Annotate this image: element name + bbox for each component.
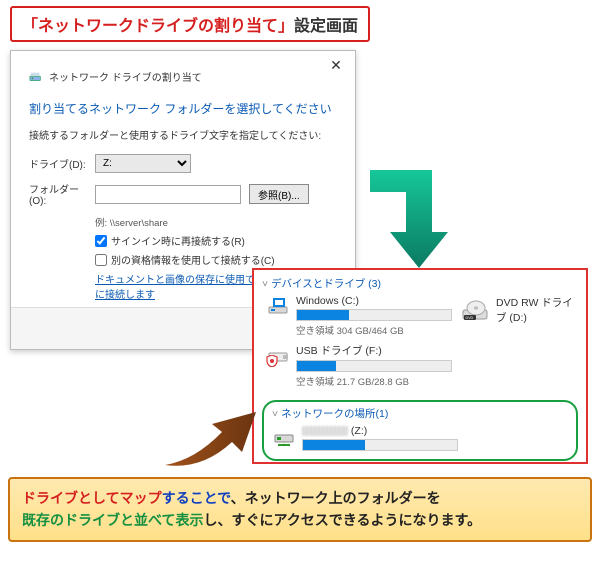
example-text: 例: \\server\share [95,215,337,229]
capacity-bar [302,439,458,451]
drive-select[interactable]: Z: [95,154,191,173]
folder-input[interactable] [95,185,241,204]
explorer-panel: デバイスとドライブ (3) Windows (C:) 空き領域 304 GB/4… [252,268,588,464]
devices-header[interactable]: デバイスとドライブ (3) [262,276,578,291]
network-drive-item[interactable]: (Z:) [274,425,568,451]
redacted-name [302,426,348,436]
reconnect-checkbox-row[interactable]: サインイン時に再接続する(R) [95,233,337,248]
network-locations-group: ネットワークの場所(1) (Z:) [262,400,578,461]
network-drive-icon [274,425,296,447]
drive-name: USB ドライブ (F:) [296,343,452,358]
note-seg5: し、すぐにアクセスできるようになります。 [203,512,481,528]
drive-item-c[interactable]: Windows (C:) 空き領域 304 GB/464 GB [268,295,452,337]
pointer-arrow-icon [160,400,260,470]
drive-label: ドライブ(D): [29,156,87,171]
network-header[interactable]: ネットワークの場所(1) [272,406,568,421]
folder-label: フォルダー(O): [29,181,87,207]
dialog-heading: 割り当てるネットワーク フォルダーを選択してください [29,100,337,117]
capacity-text: 空き領域 304 GB/464 GB [296,323,452,337]
flow-arrow-icon [370,170,460,270]
capacity-text: 空き領域 21.7 GB/28.8 GB [296,374,452,388]
drive-name: Windows (C:) [296,295,452,307]
title-badge: 「ネットワークドライブの割り当て」設定画面 [10,6,370,42]
dialog-title: ネットワーク ドライブの割り当て [49,69,202,84]
capacity-bar [296,360,452,372]
othercred-label: 別の資格情報を使用して接続する(C) [111,252,275,267]
othercred-checkbox-row[interactable]: 別の資格情報を使用して接続する(C) [95,252,337,267]
svg-text:DVD: DVD [466,316,474,320]
capacity-bar [296,309,452,321]
shield-warning-icon [266,355,278,370]
dvd-drive-icon: DVD [462,300,490,322]
network-drive-letter: (Z:) [351,425,367,437]
note-seg3: 、ネットワーク上のフォルダーを [231,490,441,506]
reconnect-checkbox[interactable] [95,235,107,247]
title-rest: 設定画面 [294,18,358,35]
close-button[interactable]: ✕ [327,57,345,75]
dialog-subheading: 接続するフォルダーと使用するドライブ文字を指定してください: [29,127,337,142]
drive-item-f[interactable]: USB ドライブ (F:) 空き領域 21.7 GB/28.8 GB [268,343,452,388]
reconnect-label: サインイン時に再接続する(R) [111,233,245,248]
local-disk-icon [268,295,290,317]
othercred-checkbox[interactable] [95,254,107,266]
title-accent: 「ネットワークドライブの割り当て」 [22,18,294,35]
network-drive-icon [29,70,43,84]
network-drive-name: (Z:) [302,425,568,437]
note-seg1: ドライブとしてマップ [22,490,162,506]
drive-item-dvd[interactable]: DVD DVD RW ドライブ (D:) [462,295,578,327]
note-seg4: 既存のドライブと並べて表示 [22,512,203,528]
note-seg2: することで [162,490,231,506]
explanation-note: ドライブとしてマップすることで、ネットワーク上のフォルダーを 既存のドライブと並… [8,477,592,542]
browse-button[interactable]: 参照(B)... [249,184,309,204]
drive-name: DVD RW ドライブ (D:) [496,295,578,325]
